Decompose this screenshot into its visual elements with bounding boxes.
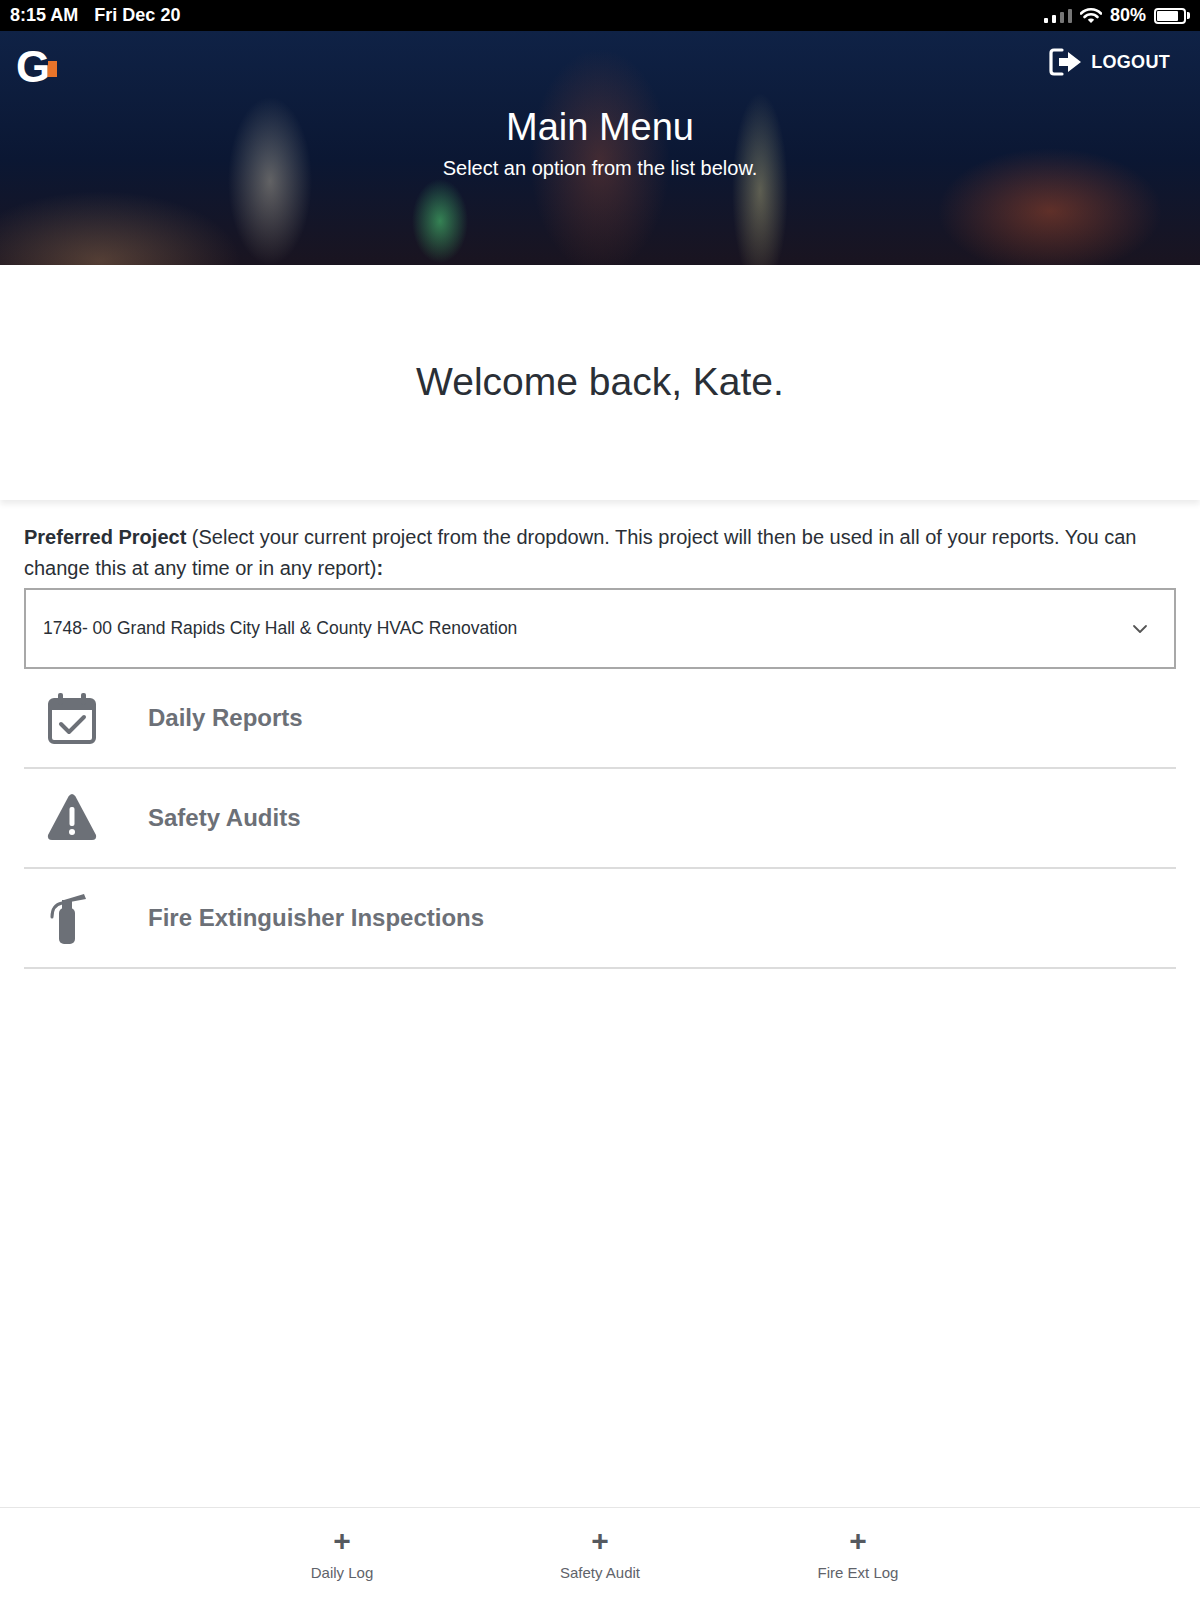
battery-percent: 80% [1110, 2, 1146, 29]
tab-bar-button[interactable]: + Daily Log [213, 1508, 471, 1600]
status-right: 80% [1044, 2, 1190, 29]
chevron-down-icon[interactable] [1132, 624, 1148, 634]
bottom-bar: + Daily Log + Safety Audit + Fire Ext Log [0, 1507, 1200, 1600]
logout-button[interactable]: LOGOUT [1049, 47, 1170, 77]
battery-tip [1187, 12, 1190, 19]
signal-icon [1044, 9, 1072, 23]
status-bar: 8:15 AM Fri Dec 20 80% [0, 0, 1200, 31]
clock-time: 8:15 AM [10, 2, 78, 29]
welcome-panel: Welcome back, Kate. [0, 265, 1200, 500]
header-text: Main Menu Select an option from the list … [0, 87, 1200, 180]
tab-bar-button[interactable]: + Safety Audit [471, 1508, 729, 1600]
header-top: G LOGOUT [0, 31, 1200, 87]
fire-extinguisher-icon[interactable] [46, 891, 98, 945]
signal-bar [1060, 12, 1064, 23]
header: G LOGOUT Main Menu Select an option from … [0, 31, 1200, 265]
label-colon: : [376, 557, 383, 579]
project-value[interactable]: 1748- 00 Grand Rapids City Hall & County… [43, 615, 517, 641]
calendar-icon[interactable] [46, 691, 98, 745]
logout-label[interactable]: LOGOUT [1091, 49, 1170, 76]
warning-icon[interactable] [46, 791, 98, 845]
menu-item[interactable]: Daily Reports [24, 669, 1176, 769]
status-left: 8:15 AM Fri Dec 20 [10, 2, 180, 29]
wifi-icon [1080, 8, 1102, 24]
clock-date: Fri Dec 20 [94, 2, 180, 29]
plus-icon[interactable]: + [333, 1526, 351, 1556]
tab-bar-label[interactable]: Fire Ext Log [818, 1562, 899, 1585]
menu-label[interactable]: Daily Reports [148, 700, 303, 736]
signal-bar [1068, 9, 1072, 23]
signal-bar [1052, 15, 1056, 23]
battery-track [1154, 8, 1186, 24]
logout-icon[interactable] [1049, 47, 1083, 77]
preferred-project-label: Preferred Project (Select your current p… [24, 522, 1176, 584]
app-screen: 8:15 AM Fri Dec 20 80% G LOGOUT Main Menu… [0, 0, 1200, 1600]
battery-fill [1157, 11, 1178, 21]
battery-icon [1154, 8, 1190, 24]
signal-bar [1044, 18, 1048, 23]
menu-item[interactable]: Safety Audits [24, 769, 1176, 869]
menu-item[interactable]: Fire Extinguisher Inspections [24, 869, 1176, 969]
tab-bar-label[interactable]: Daily Log [311, 1562, 374, 1585]
menu-label[interactable]: Safety Audits [148, 800, 300, 836]
page-title: Main Menu [0, 104, 1200, 150]
project-dropdown[interactable]: 1748- 00 Grand Rapids City Hall & County… [24, 588, 1176, 669]
menu-label[interactable]: Fire Extinguisher Inspections [148, 900, 484, 936]
plus-icon[interactable]: + [849, 1526, 867, 1556]
logo[interactable]: G [16, 47, 57, 87]
page-subtitle: Select an option from the list below. [0, 156, 1200, 180]
content: Preferred Project (Select your current p… [0, 500, 1200, 969]
tab-bar-label[interactable]: Safety Audit [560, 1562, 640, 1585]
logo-accent [48, 61, 57, 77]
logo-letter[interactable]: G [16, 47, 50, 87]
welcome-text: Welcome back, Kate. [416, 353, 784, 412]
label-hint: (Select your current project from the dr… [24, 526, 1136, 579]
label-strong: Preferred Project [24, 526, 186, 548]
tab-bar-button[interactable]: + Fire Ext Log [729, 1508, 987, 1600]
plus-icon[interactable]: + [591, 1526, 609, 1556]
